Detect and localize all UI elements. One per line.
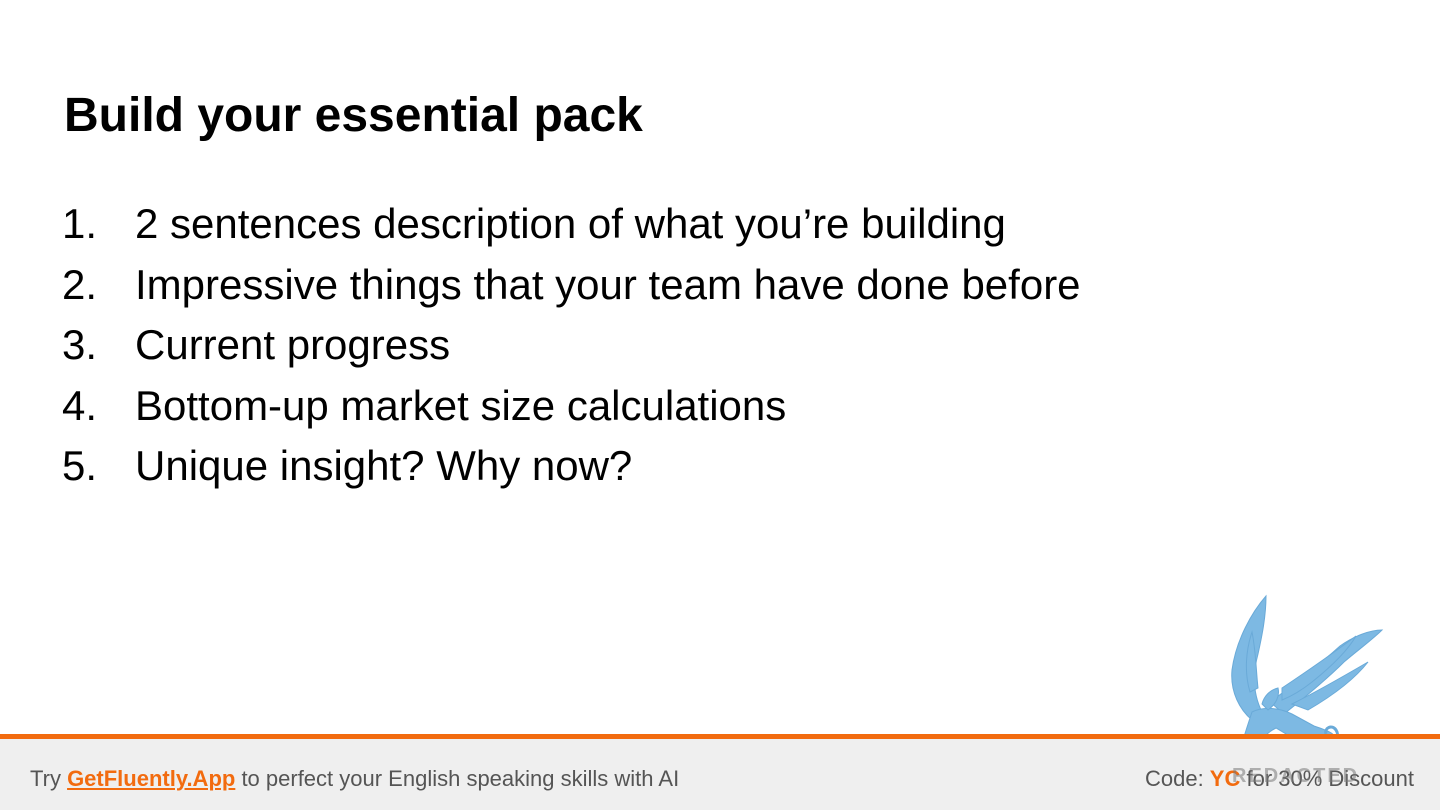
- footer-promo-prefix: Try: [30, 766, 68, 791]
- watermark: REDACTED: [1232, 765, 1360, 787]
- list-item-text: Bottom-up market size calculations: [135, 381, 787, 429]
- list-item-text: 2 sentences description of what you’re b…: [135, 200, 1006, 247]
- list-item-number: 4.: [62, 381, 98, 429]
- footer-bar: Try GetFluently.App to perfect your Engl…: [0, 734, 1440, 810]
- list-item: 3. Current progress: [62, 315, 1081, 376]
- list-item-text: Impressive things that your team have do…: [135, 260, 1081, 308]
- footer-code-prefix: Code:: [1144, 766, 1210, 791]
- list-item: 4. Bottom-up market size calculations: [62, 376, 1081, 437]
- list-item-number: 1.: [62, 200, 98, 247]
- list-item: 5. Unique insight? Why now?: [62, 436, 1081, 497]
- list-item-number: 5.: [62, 442, 98, 489]
- list-item: 1. 2 sentences description of what you’r…: [62, 194, 1081, 255]
- slide: Build your essential pack 1. 2 sentences…: [0, 0, 1440, 810]
- list-item-number: 2.: [62, 260, 98, 308]
- essential-pack-list: 1. 2 sentences description of what you’r…: [62, 194, 1081, 497]
- list-item-text: Unique insight? Why now?: [135, 442, 633, 489]
- list-item: 2. Impressive things that your team have…: [62, 255, 1081, 316]
- footer-promo: Try GetFluently.App to perfect your Engl…: [30, 766, 679, 792]
- list-item-number: 3.: [62, 321, 98, 368]
- slide-title: Build your essential pack: [64, 89, 643, 142]
- list-item-text: Current progress: [135, 321, 451, 368]
- footer-promo-suffix: to perfect your English speaking skills …: [235, 766, 680, 791]
- getfluently-link[interactable]: GetFluently.App: [67, 766, 235, 791]
